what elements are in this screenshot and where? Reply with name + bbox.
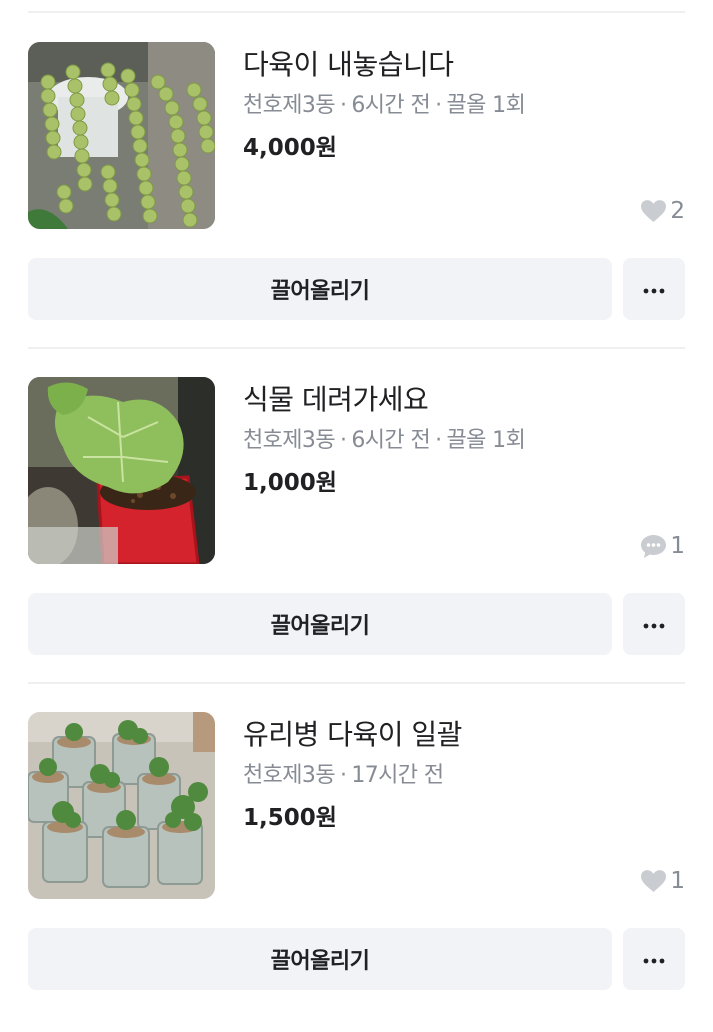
listing-bump-count: 끌올 1회 <box>446 93 526 118</box>
meta-separator: · <box>339 93 347 118</box>
listing-location: 천호제3동 <box>243 763 336 788</box>
listing-item[interactable]: 유리병 다육이 일괄 천호제3동 · 17시간 전 1,500원 1 끌어올리기 <box>0 712 713 1032</box>
more-dots-icon <box>643 282 665 297</box>
meta-separator: · <box>339 763 347 788</box>
listing-item[interactable]: 식물 데려가세요 천호제3동 · 6시간 전 · 끌올 1회 1,000원 1 끌어올리… <box>0 377 713 697</box>
heart-icon <box>641 200 667 222</box>
chat-count: 1 <box>641 530 685 562</box>
more-dots-icon <box>643 952 665 967</box>
listing-location: 천호제3동 <box>243 93 336 118</box>
listing-bump-count: 끌올 1회 <box>446 428 526 453</box>
listing-time: 17시간 전 <box>351 763 444 788</box>
listing-price: 4,000원 <box>243 135 337 161</box>
meta-separator: · <box>339 428 347 453</box>
like-count: 2 <box>641 195 685 227</box>
listing-title: 유리병 다육이 일괄 <box>243 718 462 751</box>
more-button[interactable] <box>623 258 685 320</box>
listing-price: 1,000원 <box>243 470 337 496</box>
listing-thumbnail[interactable] <box>28 42 215 229</box>
divider <box>28 682 685 684</box>
meta-separator: · <box>435 93 442 118</box>
like-count-value: 2 <box>670 198 685 224</box>
listing-time: 6시간 전 <box>351 93 431 118</box>
bump-button[interactable]: 끌어올리기 <box>28 258 612 320</box>
bump-button[interactable]: 끌어올리기 <box>28 593 612 655</box>
more-button[interactable] <box>623 928 685 990</box>
divider <box>28 347 685 349</box>
divider <box>28 11 685 13</box>
listing-price: 1,500원 <box>243 805 337 831</box>
listing-meta: 천호제3동 · 17시간 전 <box>243 760 444 792</box>
meta-separator: · <box>435 428 442 453</box>
more-button[interactable] <box>623 593 685 655</box>
bump-button[interactable]: 끌어올리기 <box>28 928 612 990</box>
listing-title: 다육이 내놓습니다 <box>243 48 454 81</box>
listing-item[interactable]: 다육이 내놓습니다 천호제3동 · 6시간 전 · 끌올 1회 4,000원 2 끌어올… <box>0 42 713 362</box>
listing-meta: 천호제3동 · 6시간 전 · 끌올 1회 <box>243 425 526 457</box>
like-count: 1 <box>641 865 685 897</box>
like-count-value: 1 <box>670 868 685 894</box>
listing-meta: 천호제3동 · 6시간 전 · 끌올 1회 <box>243 90 526 122</box>
listing-thumbnail[interactable] <box>28 712 215 899</box>
heart-icon <box>641 870 667 892</box>
listing-thumbnail[interactable] <box>28 377 215 564</box>
chat-count-value: 1 <box>670 533 685 559</box>
more-dots-icon <box>643 617 665 632</box>
listing-title: 식물 데려가세요 <box>243 383 429 416</box>
chat-bubble-icon <box>641 534 667 558</box>
listing-location: 천호제3동 <box>243 428 336 453</box>
listing-time: 6시간 전 <box>351 428 431 453</box>
